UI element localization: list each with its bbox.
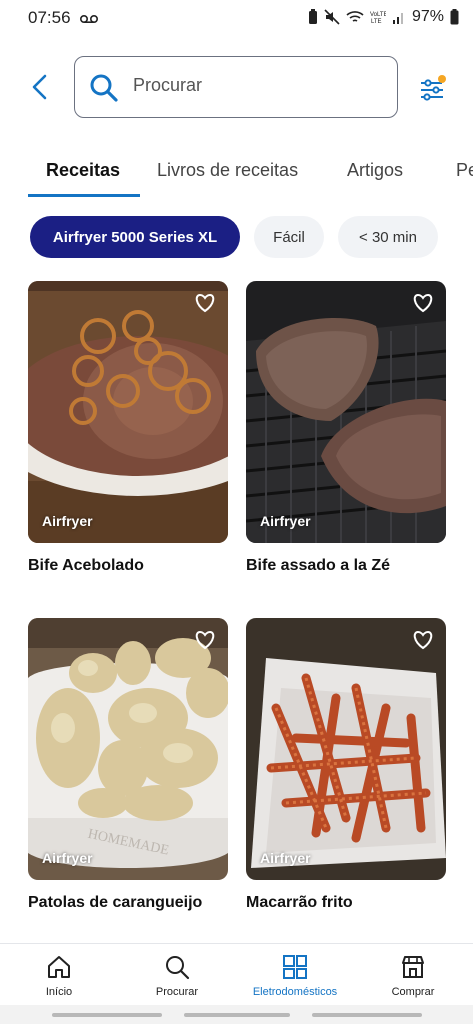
nav-comprar[interactable]: Comprar bbox=[354, 944, 472, 1006]
search-icon bbox=[90, 74, 118, 102]
tab-artigos[interactable]: Artigos bbox=[347, 160, 403, 181]
search-box[interactable] bbox=[74, 56, 398, 118]
recipe-title[interactable]: Macarrão frito bbox=[246, 894, 446, 912]
recipe-tag: Airfryer bbox=[42, 513, 93, 529]
recipe-tag: Airfryer bbox=[260, 850, 311, 866]
recipe-card[interactable]: Airfryer Bife Acebolado bbox=[28, 281, 228, 575]
status-icons: VoLTE LTE 97% bbox=[308, 8, 459, 26]
favorite-heart-icon[interactable] bbox=[412, 293, 434, 313]
nav-label: Comprar bbox=[391, 986, 435, 998]
recipe-card[interactable]: HOMEMADE Airfryer Patolas de carangueijo bbox=[28, 618, 228, 912]
mute-icon bbox=[324, 9, 340, 25]
tab-bar: Receitas Livros de receitas Artigos Pe bbox=[0, 150, 473, 198]
battery-icon bbox=[450, 9, 459, 25]
search-icon bbox=[166, 956, 190, 980]
chip-airfryer-5000-series-xl[interactable]: Airfryer 5000 Series XL bbox=[30, 216, 240, 258]
recipe-tag: Airfryer bbox=[260, 513, 311, 529]
battery-saver-icon bbox=[308, 9, 317, 24]
recipe-image: Airfryer bbox=[246, 281, 446, 543]
filter-chips: Airfryer 5000 Series XL Fácil < 30 min bbox=[0, 216, 473, 260]
favorite-heart-icon[interactable] bbox=[412, 630, 434, 650]
gesture-handle[interactable] bbox=[184, 1013, 290, 1017]
back-arrow-icon[interactable] bbox=[26, 72, 54, 102]
svg-text:LTE: LTE bbox=[371, 19, 382, 24]
favorite-heart-icon[interactable] bbox=[194, 630, 216, 650]
recipe-image: Airfryer bbox=[28, 281, 228, 543]
filter-icon[interactable] bbox=[418, 74, 448, 104]
status-bar: 07:56 VoLTE LTE 97% bbox=[0, 0, 473, 36]
appliances-icon bbox=[283, 955, 307, 979]
header bbox=[0, 50, 473, 124]
recipe-card[interactable]: Airfryer Bife assado a la Zé bbox=[246, 281, 446, 575]
nav-eletrodomesticos[interactable]: Eletrodomésticos bbox=[236, 944, 354, 1006]
store-icon bbox=[402, 956, 424, 978]
tab-livros-de-receitas[interactable]: Livros de receitas bbox=[157, 160, 298, 181]
recipe-title[interactable]: Patolas de carangueijo bbox=[28, 894, 228, 912]
recipe-photo bbox=[28, 281, 228, 543]
recipe-image: HOMEMADE Airfryer bbox=[28, 618, 228, 880]
wifi-icon bbox=[346, 11, 364, 22]
tab-receitas[interactable]: Receitas bbox=[46, 160, 120, 181]
system-gesture-bar bbox=[0, 1005, 473, 1024]
nav-label: Eletrodomésticos bbox=[252, 986, 338, 998]
recipe-photo: HOMEMADE bbox=[28, 618, 228, 880]
home-icon bbox=[48, 956, 70, 978]
search-input[interactable] bbox=[133, 75, 383, 96]
nav-inicio[interactable]: Início bbox=[0, 944, 118, 1006]
nav-procurar[interactable]: Procurar bbox=[118, 944, 236, 1006]
nav-label: Início bbox=[45, 986, 73, 998]
status-time: 07:56 bbox=[28, 8, 71, 27]
recipe-tag: Airfryer bbox=[42, 850, 93, 866]
gesture-segment-right bbox=[312, 1013, 422, 1017]
recipe-title[interactable]: Bife Acebolado bbox=[28, 557, 228, 575]
bottom-navigation: Início Procurar Eletrodomésticos Comprar bbox=[0, 943, 473, 1006]
chip-facil[interactable]: Fácil bbox=[254, 216, 324, 258]
recipe-card[interactable]: Airfryer Macarrão frito bbox=[246, 618, 446, 912]
recipe-title[interactable]: Bife assado a la Zé bbox=[246, 557, 446, 575]
volte-icon: VoLTELTE bbox=[370, 12, 386, 24]
gesture-segment-left bbox=[52, 1013, 162, 1017]
tab-partial[interactable]: Pe bbox=[456, 160, 473, 181]
signal-icon bbox=[392, 13, 403, 24]
recipe-photo bbox=[246, 281, 446, 543]
nav-label: Procurar bbox=[155, 986, 199, 998]
voicemail-icon bbox=[80, 15, 98, 23]
chip-under-30-min[interactable]: < 30 min bbox=[338, 216, 438, 258]
favorite-heart-icon[interactable] bbox=[194, 293, 216, 313]
svg-text:VoLTE: VoLTE bbox=[370, 12, 386, 18]
battery-level: 97% bbox=[411, 8, 444, 25]
tab-active-indicator bbox=[28, 194, 140, 197]
recipe-photo bbox=[246, 618, 446, 880]
recipe-image: Airfryer bbox=[246, 618, 446, 880]
